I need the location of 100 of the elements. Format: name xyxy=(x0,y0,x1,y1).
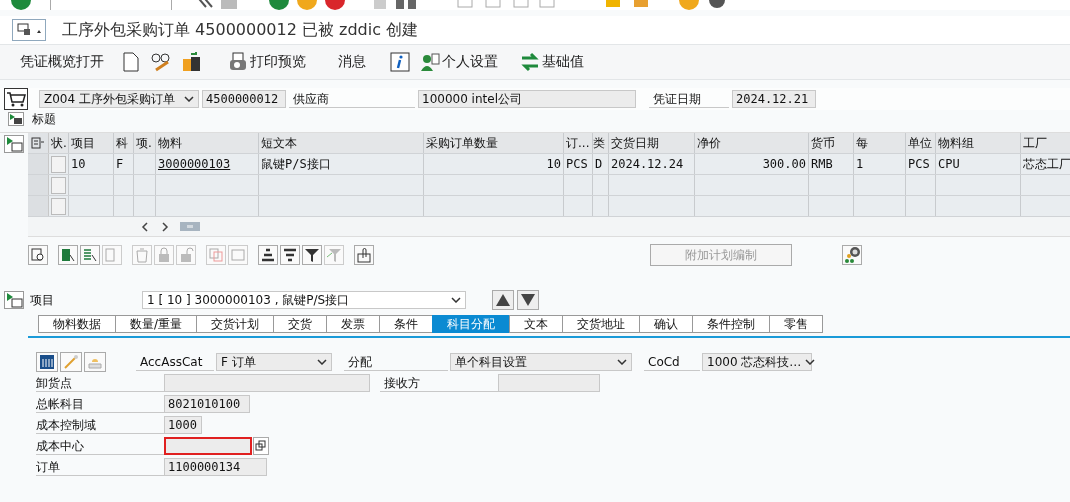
table-cell: 2024.12.24 xyxy=(609,154,695,174)
input-field[interactable]: 1100000134 xyxy=(164,457,267,476)
calculator-icon[interactable] xyxy=(36,352,58,372)
column-header[interactable]: 货币 xyxy=(809,133,854,153)
distribution-label: 分配 xyxy=(344,353,448,371)
recipient-field[interactable] xyxy=(498,373,600,392)
tab[interactable]: 零售 xyxy=(769,315,824,333)
table-cell: 鼠键P/S接口 xyxy=(259,154,424,174)
print-preview-button[interactable]: 打印预览 xyxy=(226,52,308,72)
column-header[interactable]: 物料 xyxy=(156,133,259,153)
details-icon[interactable] xyxy=(28,245,48,265)
company-code-dropdown[interactable]: 1000 芯态科技… xyxy=(702,353,812,371)
column-header[interactable]: 状. xyxy=(49,133,69,153)
previous-item-icon[interactable] xyxy=(492,290,514,310)
select-block-icon[interactable] xyxy=(80,245,100,265)
sort-ascending-icon[interactable] xyxy=(258,245,278,265)
chevron-down-icon xyxy=(617,359,627,365)
order-type-dropdown[interactable]: Z004 工序外包采购订单 xyxy=(39,90,199,108)
column-header[interactable]: 短文本 xyxy=(259,133,424,153)
tray-icon[interactable] xyxy=(84,352,106,372)
user-icon xyxy=(420,52,440,72)
clipboard-icon[interactable] xyxy=(182,52,202,72)
tab[interactable]: 交货地址 xyxy=(562,315,641,333)
company-code-label: CoCd xyxy=(644,353,700,371)
column-header[interactable]: 类 xyxy=(593,133,609,153)
tab[interactable]: 文本 xyxy=(509,315,564,333)
table-cell: D xyxy=(593,154,609,174)
basic-values-button[interactable]: 基础值 xyxy=(518,52,586,72)
expand-icon[interactable] xyxy=(8,112,24,126)
tab[interactable]: 发票 xyxy=(326,315,381,333)
po-number-field: 4500000012 xyxy=(202,90,286,108)
document-date-label: 凭证日期 xyxy=(649,90,729,108)
column-header[interactable]: 科 xyxy=(114,133,134,153)
input-field[interactable] xyxy=(164,373,370,392)
column-header[interactable]: 单位 xyxy=(906,133,936,153)
input-field[interactable]: 8021010100 xyxy=(164,394,250,413)
document-date-field: 2024.12.21 xyxy=(732,90,816,108)
personal-settings-button[interactable]: 个人设置 xyxy=(418,52,500,72)
material-link[interactable]: 3000000103 xyxy=(156,154,259,174)
glasses-icon[interactable] xyxy=(150,52,172,72)
filter-icon[interactable] xyxy=(302,245,322,265)
item-label: 项目 xyxy=(30,291,55,309)
tab[interactable]: 交货计划 xyxy=(196,315,275,333)
column-header[interactable]: 项目 xyxy=(69,133,114,153)
sort-descending-icon[interactable] xyxy=(280,245,300,265)
messages-button[interactable]: 消息 xyxy=(336,53,368,71)
category-label: AccAssCat xyxy=(136,353,214,371)
tab[interactable]: 数量/重量 xyxy=(115,315,198,333)
section-title: 标题 xyxy=(32,110,56,128)
overview-button[interactable]: 凭证概览打开 xyxy=(18,53,106,71)
tab[interactable]: 确认 xyxy=(639,315,694,333)
tab[interactable]: 科目分配 xyxy=(432,315,511,333)
chevron-down-icon xyxy=(451,297,461,303)
scroll-left-icon[interactable] xyxy=(140,220,150,233)
column-header[interactable]: 每 xyxy=(854,133,906,153)
column-header[interactable]: 订... xyxy=(564,133,593,153)
document-icon[interactable] xyxy=(122,52,140,72)
cart-icon[interactable] xyxy=(4,88,28,110)
column-header[interactable]: 项. xyxy=(134,133,156,153)
menu-icon[interactable] xyxy=(12,19,46,41)
table-cell: 1 xyxy=(854,154,906,174)
table-cell: RMB xyxy=(809,154,854,174)
item-dropdown[interactable]: 1 [ 10 ] 3000000103 , 鼠键P/S接口 xyxy=(142,291,466,309)
column-header[interactable]: 物料组 xyxy=(936,133,1021,153)
tab[interactable]: 条件 xyxy=(379,315,434,333)
table-cell: 芯态工厂 xyxy=(1021,154,1070,174)
input-field[interactable] xyxy=(164,436,252,455)
table-cell: F xyxy=(114,154,134,174)
column-header[interactable]: 工厂 xyxy=(1021,133,1070,153)
pricing-icon[interactable] xyxy=(842,245,862,265)
select-all-icon[interactable] xyxy=(58,245,78,265)
window-title: 工序外包采购订单 4500000012 已被 zddic 创建 xyxy=(62,19,419,41)
value-help-icon[interactable] xyxy=(253,436,269,455)
next-item-icon[interactable] xyxy=(517,290,539,310)
scroll-thumb[interactable] xyxy=(180,222,200,231)
info-icon[interactable] xyxy=(390,52,410,72)
column-header[interactable]: 净价 xyxy=(695,133,809,153)
category-dropdown[interactable]: F 订单 xyxy=(216,353,332,371)
swap-arrows-icon xyxy=(520,52,540,72)
chevron-down-icon xyxy=(317,359,327,365)
column-header[interactable]: 交货日期 xyxy=(609,133,695,153)
vendor-field: 100000 intel公司 xyxy=(418,90,636,108)
chevron-down-icon xyxy=(805,359,816,365)
scroll-right-icon[interactable] xyxy=(160,220,170,233)
attachment-icon[interactable] xyxy=(354,245,374,265)
vendor-label: 供应商 xyxy=(289,90,415,108)
collapse-icon[interactable] xyxy=(4,135,24,153)
table-cell: PCS xyxy=(564,154,593,174)
table-cell: CPU xyxy=(936,154,1021,174)
tab[interactable]: 条件控制 xyxy=(692,315,771,333)
column-header[interactable]: 采购订单数量 xyxy=(424,133,564,153)
input-field[interactable]: 1000 xyxy=(164,415,202,434)
distribution-dropdown[interactable]: 单个科目设置 xyxy=(450,353,632,371)
chevron-down-icon xyxy=(184,96,194,102)
table-cell: 10 xyxy=(69,154,114,174)
table-cell: PCS xyxy=(906,154,936,174)
collapse-icon[interactable] xyxy=(4,291,24,309)
tab[interactable]: 交货 xyxy=(273,315,328,333)
table-cell: 300.00 xyxy=(695,154,809,174)
tab[interactable]: 物料数据 xyxy=(38,315,116,333)
